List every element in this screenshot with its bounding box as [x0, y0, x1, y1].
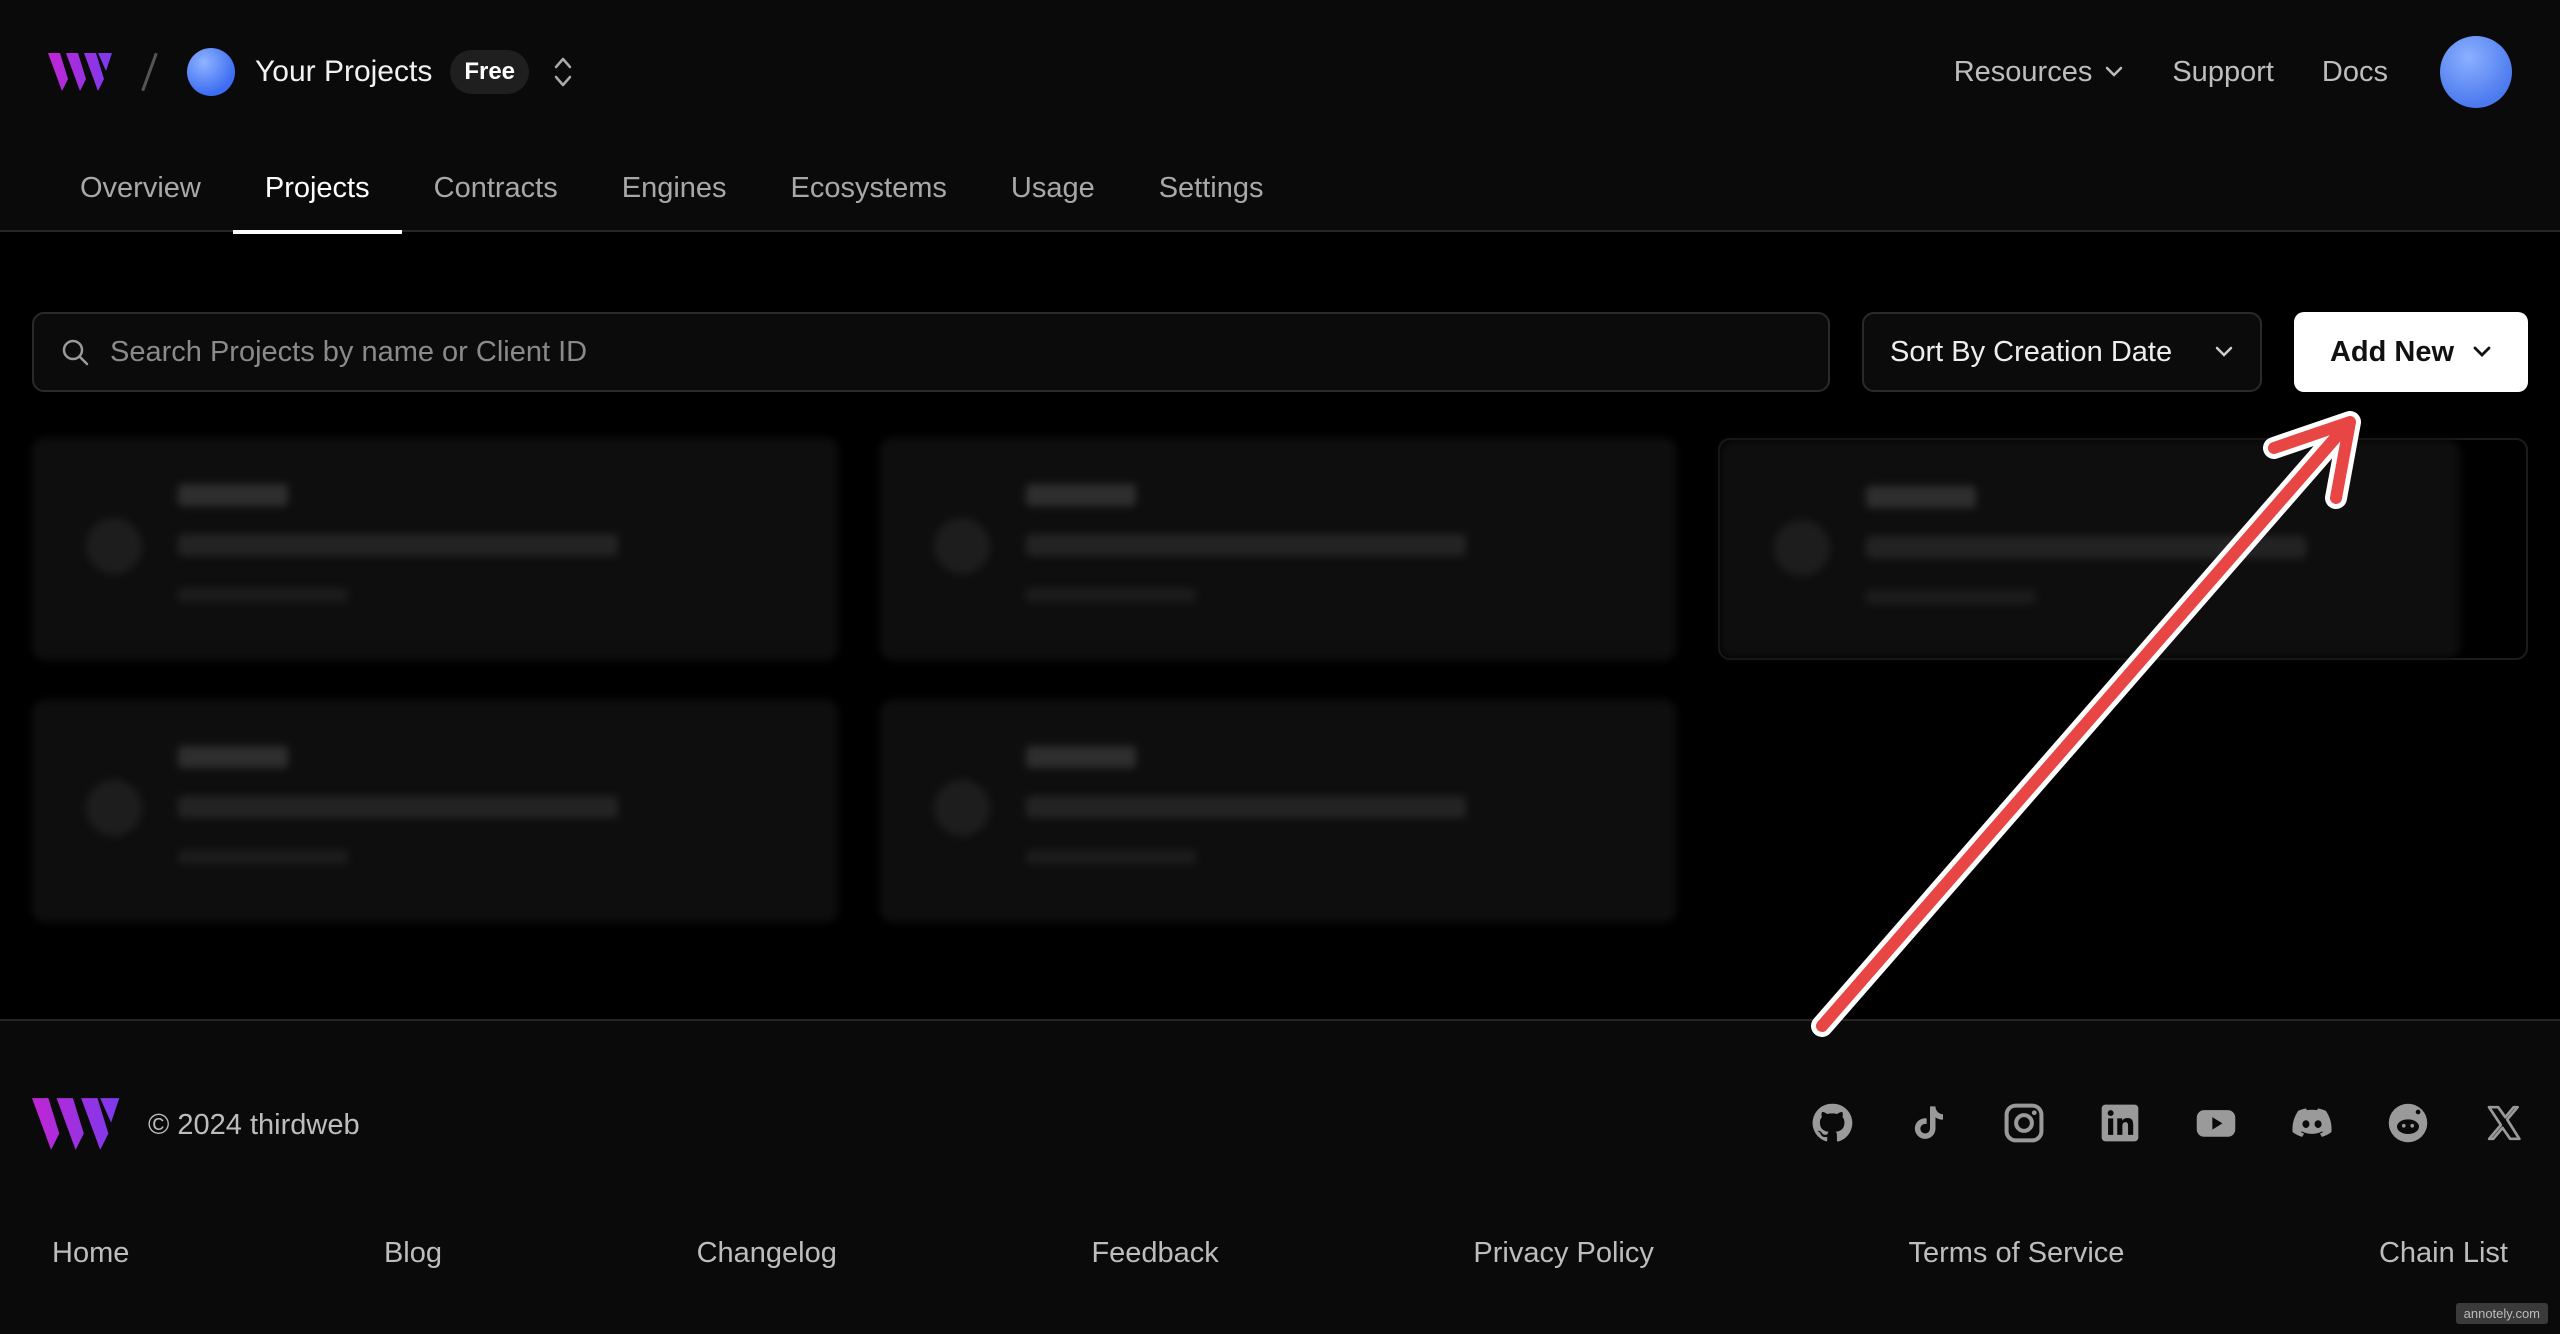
footer-link-home[interactable]: Home [52, 1237, 129, 1270]
chevron-down-icon [2106, 66, 2123, 77]
support-link[interactable]: Support [2172, 56, 2274, 89]
linkedin-icon[interactable] [2096, 1099, 2144, 1147]
tab-bar: Overview Projects Contracts Engines Ecos… [48, 144, 1296, 234]
footer-links: Home Blog Changelog Feedback Privacy Pol… [52, 1237, 2508, 1270]
project-avatar[interactable] [187, 48, 235, 96]
tab-settings[interactable]: Settings [1127, 144, 1296, 232]
add-new-button[interactable]: Add New [2294, 312, 2528, 392]
footer-link-changelog[interactable]: Changelog [697, 1237, 837, 1270]
tab-overview[interactable]: Overview [48, 144, 233, 232]
youtube-icon[interactable] [2192, 1099, 2240, 1147]
copyright-text: © 2024 thirdweb [148, 1109, 360, 1141]
thirdweb-logo[interactable] [48, 51, 114, 93]
project-card[interactable] [880, 438, 1676, 660]
discord-icon[interactable] [2288, 1099, 2336, 1147]
chevron-down-icon [2473, 346, 2491, 357]
footer-link-chain-list[interactable]: Chain List [2379, 1237, 2508, 1270]
user-avatar[interactable] [2440, 36, 2512, 108]
x-icon[interactable] [2480, 1099, 2528, 1147]
tab-engines[interactable]: Engines [590, 144, 759, 232]
project-card[interactable] [32, 700, 838, 922]
footer-link-blog[interactable]: Blog [384, 1237, 442, 1270]
tab-contracts[interactable]: Contracts [402, 144, 590, 232]
tab-usage[interactable]: Usage [979, 144, 1127, 232]
project-card[interactable] [880, 700, 1676, 922]
plan-badge: Free [450, 50, 530, 94]
tab-projects[interactable]: Projects [232, 144, 402, 234]
add-new-label: Add New [2329, 335, 2455, 368]
docs-link[interactable]: Docs [2322, 56, 2388, 89]
reddit-icon[interactable] [2384, 1099, 2432, 1147]
chevron-down-icon [2215, 346, 2233, 357]
search-input[interactable] [110, 335, 1710, 369]
tab-ecosystems[interactable]: Ecosystems [759, 144, 979, 232]
header: Your Projects Free Resources Support Doc… [0, 0, 2560, 234]
instagram-icon[interactable] [2000, 1099, 2048, 1147]
top-nav: Resources Support Docs [1906, 36, 2512, 108]
footer: © 2024 thirdweb Home Blog Changelog Feed… [0, 1019, 2560, 1334]
search-icon [62, 339, 89, 366]
search-box[interactable] [32, 312, 1830, 392]
top-bar: Your Projects Free Resources Support Doc… [0, 0, 2560, 144]
sort-dropdown[interactable]: Sort By Creation Date [1862, 312, 2262, 392]
resources-menu[interactable]: Resources [1954, 56, 2125, 89]
footer-link-feedback[interactable]: Feedback [1091, 1237, 1218, 1270]
github-icon[interactable] [1808, 1099, 1856, 1147]
sort-label: Sort By Creation Date [1890, 335, 2173, 368]
project-card[interactable] [1720, 440, 2460, 658]
breadcrumb-divider [141, 52, 158, 92]
watermark: annotely.com [2455, 1303, 2548, 1324]
resources-label: Resources [1953, 55, 2093, 88]
social-links [1760, 1099, 2528, 1147]
tiktok-icon[interactable] [1904, 1099, 1952, 1147]
project-title[interactable]: Your Projects [255, 55, 432, 89]
thirdweb-logo[interactable] [32, 1095, 122, 1153]
project-card[interactable] [32, 438, 838, 660]
footer-link-terms-of-service[interactable]: Terms of Service [1908, 1237, 2124, 1270]
footer-link-privacy-policy[interactable]: Privacy Policy [1473, 1237, 1654, 1270]
project-switcher-icon[interactable] [551, 53, 575, 91]
